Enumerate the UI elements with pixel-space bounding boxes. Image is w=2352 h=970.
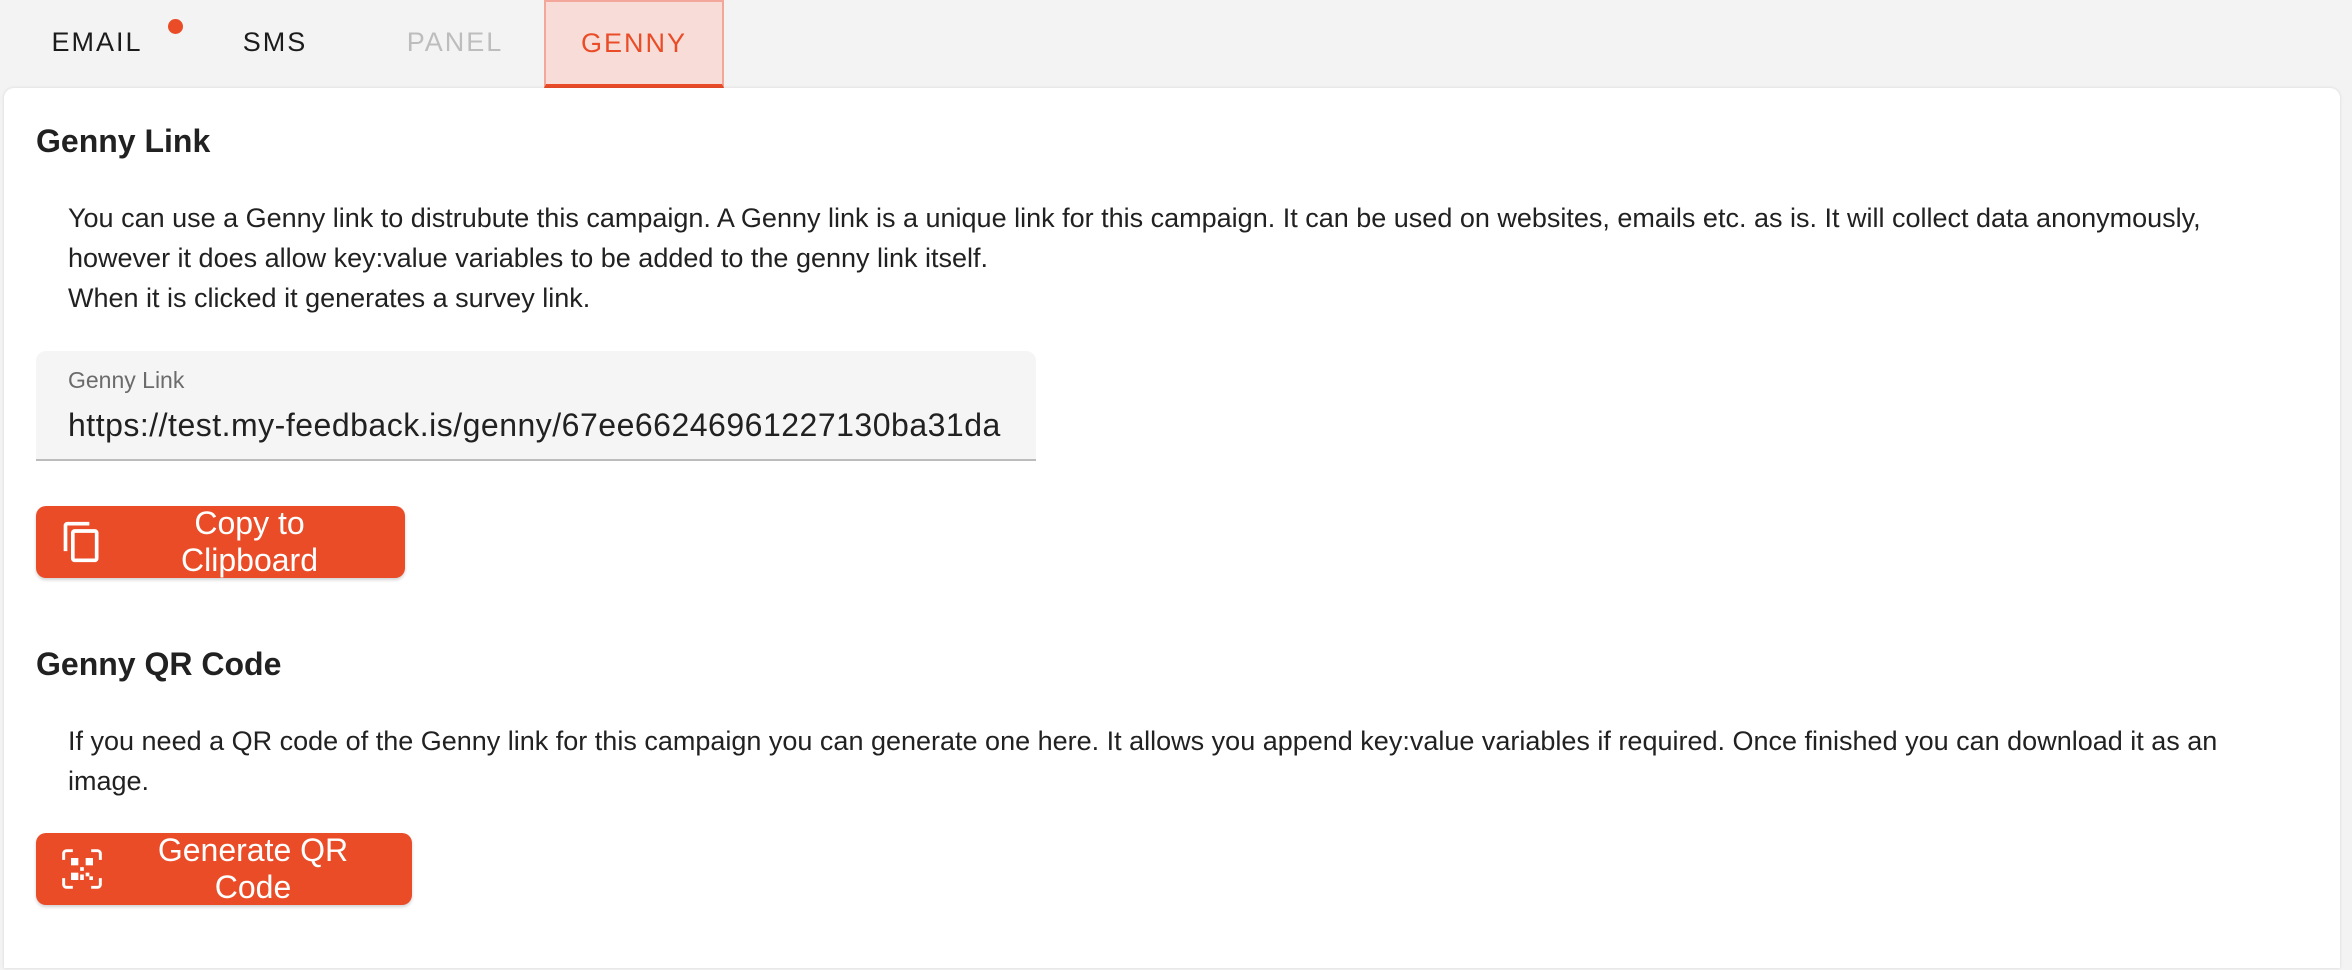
- tab-genny[interactable]: GENNY: [544, 0, 724, 88]
- tab-genny-label: GENNY: [580, 27, 688, 58]
- notification-dot: [168, 19, 183, 34]
- genny-link-description-line1: You can use a Genny link to distrubute t…: [68, 203, 2201, 273]
- genny-panel: Genny Link You can use a Genny link to d…: [4, 88, 2340, 968]
- copy-button-label: Copy to Clipboard: [181, 505, 318, 578]
- genny-link-description: You can use a Genny link to distrubute t…: [68, 198, 2268, 318]
- genny-link-description-line2: When it is clicked it generates a survey…: [68, 283, 591, 313]
- tab-panel-label: PANEL: [406, 27, 504, 57]
- genny-link-field-label: Genny Link: [68, 367, 185, 393]
- genny-link-heading: Genny Link: [36, 123, 211, 159]
- qr-code-scan-icon: [60, 847, 104, 891]
- tab-bar: EMAIL SMS PANEL GENNY: [0, 0, 2352, 88]
- tab-sms-label: SMS: [242, 27, 308, 57]
- generate-qr-button-label: Generate QR Code: [157, 832, 349, 905]
- genny-qr-description: If you need a QR code of the Genny link …: [68, 726, 2218, 796]
- generate-qr-code-button[interactable]: Generate QR Code: [36, 832, 412, 905]
- content-copy-icon: [60, 520, 104, 564]
- copy-to-clipboard-button[interactable]: Copy to Clipboard: [36, 505, 405, 578]
- tab-email[interactable]: EMAIL: [16, 0, 178, 85]
- tab-email-label: EMAIL: [51, 27, 143, 57]
- genny-link-field[interactable]: Genny Link: [36, 351, 1036, 461]
- tab-sms[interactable]: SMS: [200, 0, 350, 85]
- genny-link-input[interactable]: [68, 403, 1006, 447]
- tab-panel: PANEL: [380, 0, 530, 85]
- genny-qr-heading: Genny QR Code: [36, 646, 282, 682]
